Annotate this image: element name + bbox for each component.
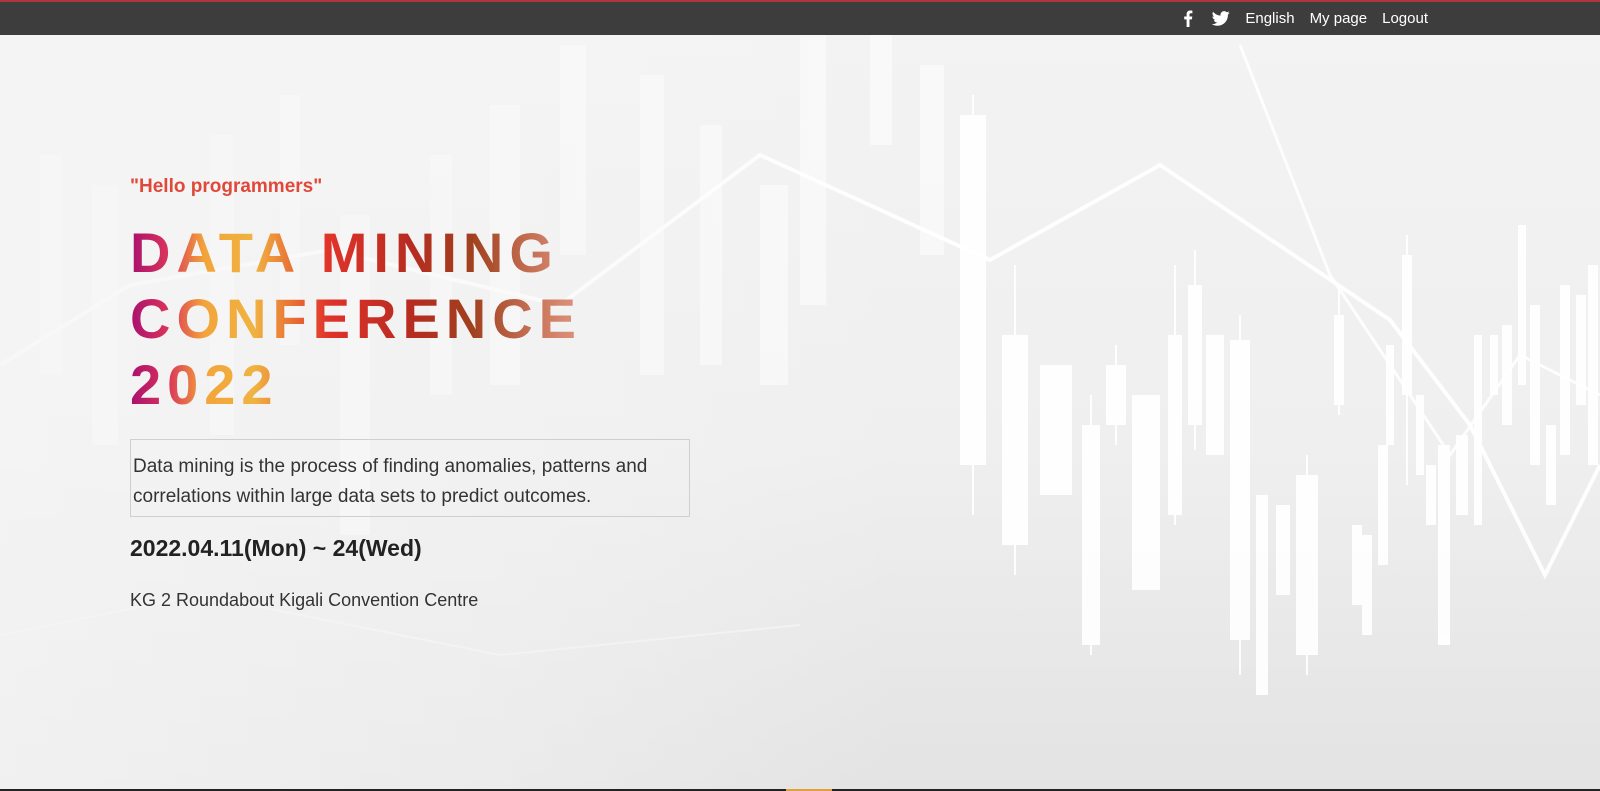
top-nav-bar: English My page Logout [0, 0, 1600, 35]
title-line: DATA MINING [130, 221, 559, 284]
title-line: CONFERENCE [130, 287, 583, 350]
logout-link[interactable]: Logout [1382, 10, 1428, 27]
greeting-text: "Hello programmers" [130, 176, 323, 197]
hero-section: "Hello programmers" DATA MINING CONFEREN… [0, 35, 1600, 791]
twitter-icon[interactable] [1212, 10, 1231, 28]
title-line: 2022 [130, 353, 279, 416]
my-page-link[interactable]: My page [1310, 10, 1368, 27]
conference-venue: KG 2 Roundabout Kigali Convention Centre [130, 590, 479, 610]
conference-dates: 2022.04.11(Mon) ~ 24(Wed) [130, 535, 422, 561]
language-link[interactable]: English [1245, 10, 1294, 27]
top-nav: English My page Logout [1179, 2, 1428, 35]
facebook-icon[interactable] [1179, 10, 1197, 28]
conference-title: DATA MINING CONFERENCE 2022 [130, 220, 750, 418]
description-box: Data mining is the process of finding an… [130, 439, 690, 517]
